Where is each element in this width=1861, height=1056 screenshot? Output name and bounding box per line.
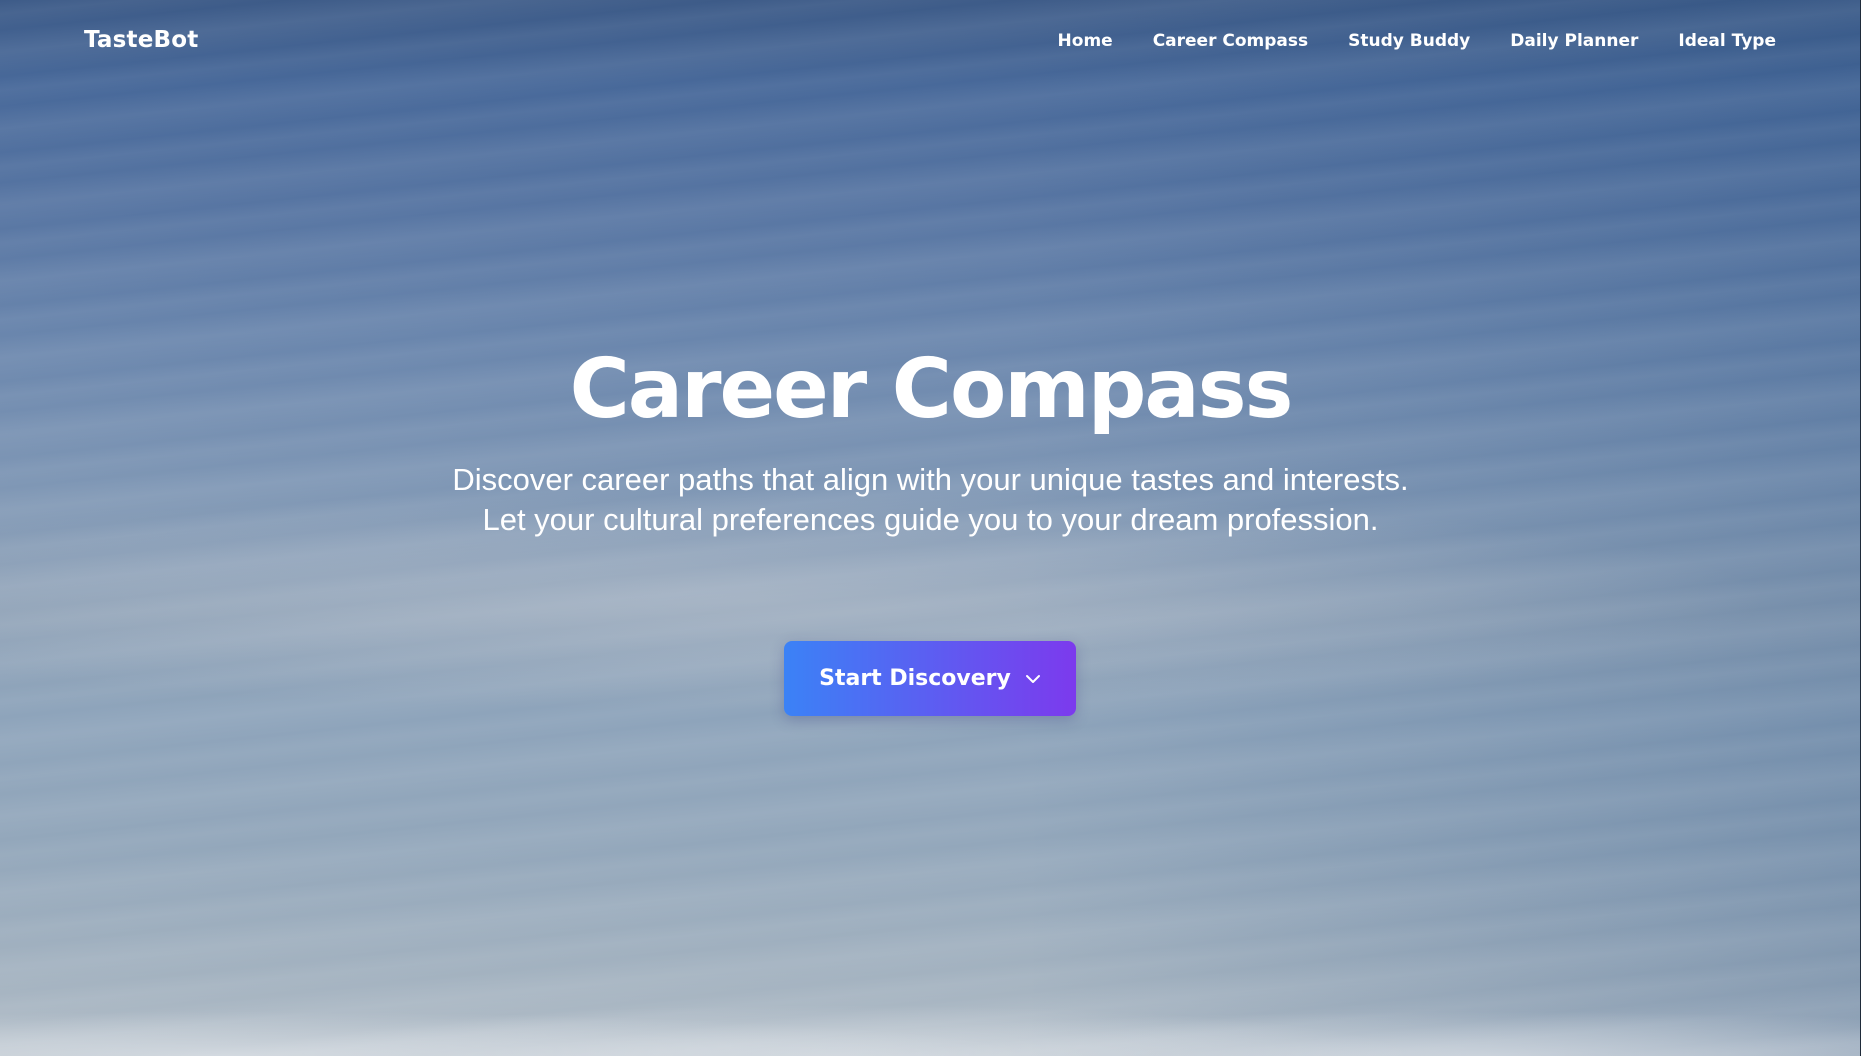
cloud-bank (0, 966, 1861, 1056)
hero-background: TasteBot Home Career Compass Study Buddy… (0, 0, 1861, 1056)
nav-links: Home Career Compass Study Buddy Daily Pl… (1058, 31, 1776, 51)
nav-link-study-buddy[interactable]: Study Buddy (1348, 31, 1470, 51)
hero-subtitle: Discover career paths that align with yo… (452, 462, 1409, 537)
nav-link-home[interactable]: Home (1058, 31, 1113, 51)
hero-section: Career Compass Discover career paths tha… (0, 340, 1861, 540)
hero-title: Career Compass (569, 342, 1294, 437)
start-discovery-label: Start Discovery (819, 666, 1011, 691)
nav-link-career-compass[interactable]: Career Compass (1153, 31, 1308, 51)
start-discovery-button[interactable]: Start Discovery (784, 641, 1076, 716)
top-navigation: TasteBot Home Career Compass Study Buddy… (0, 0, 1861, 86)
nav-link-daily-planner[interactable]: Daily Planner (1510, 31, 1638, 51)
brand-logo[interactable]: TasteBot (84, 27, 198, 53)
nav-link-ideal-type[interactable]: Ideal Type (1678, 31, 1776, 51)
chevron-down-icon (1025, 674, 1041, 684)
